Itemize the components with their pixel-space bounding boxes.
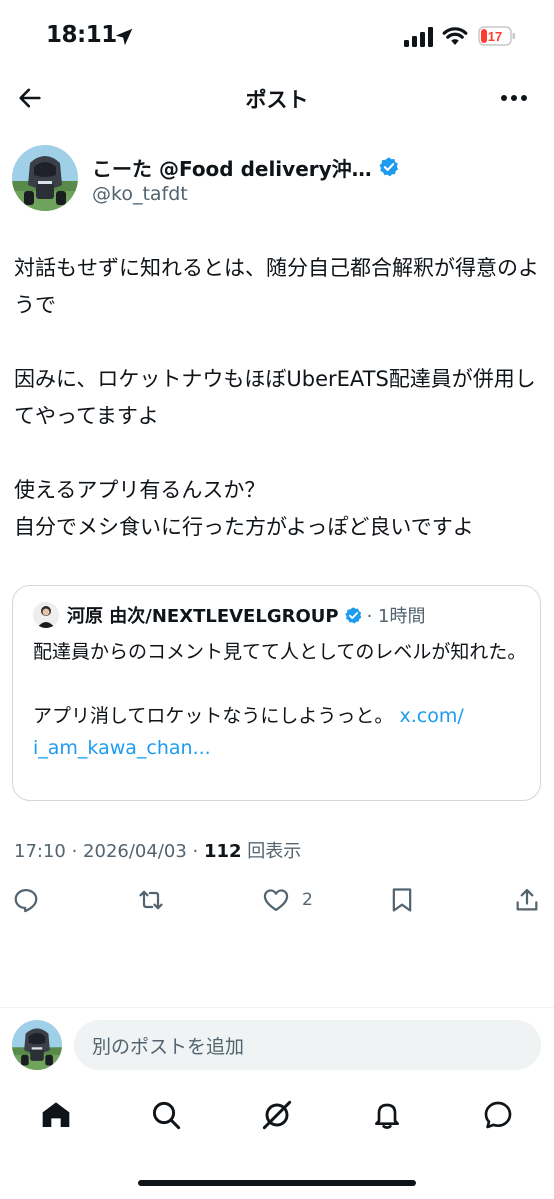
home-indicator (138, 1180, 416, 1186)
divider (0, 1007, 554, 1008)
quoted-post-card[interactable]: 河原 由次/NEXTLEVELGROUP · 1時間 配達員からのコメント見てて… (12, 585, 541, 801)
bookmark-button[interactable] (388, 885, 416, 915)
like-count: 2 (302, 890, 313, 910)
battery-icon: 17 (478, 26, 515, 46)
tab-grok[interactable] (259, 1097, 295, 1133)
author-handle[interactable]: @ko_tafdt (92, 183, 188, 205)
tab-search[interactable] (148, 1097, 184, 1133)
repost-button[interactable] (137, 885, 165, 915)
post-timestamp: 17:10 · 2026/04/03 · (14, 841, 204, 862)
share-icon (516, 888, 538, 911)
quoted-post-time: · 1時間 (366, 606, 426, 627)
messages-icon (484, 1101, 512, 1129)
author-name-row[interactable]: こーた @Food delivery沖… (92, 152, 400, 182)
quoted-post-text: 配達員からのコメント見てて人としてのレベルが知れた。 アプリ消してロケットなうに… (33, 636, 528, 764)
more-horizontal-icon (501, 95, 527, 101)
bookmark-icon (392, 888, 412, 912)
tab-messages[interactable] (480, 1097, 516, 1133)
scooter-avatar-image (12, 1020, 62, 1070)
quoted-author-name: 河原 由次/NEXTLEVELGROUP (67, 606, 339, 627)
post-text: 対話もせずに知れるとは、随分自己都合解釈が得意のようで 因みに、ロケットナウもほ… (14, 256, 539, 539)
verified-badge-icon (379, 157, 398, 177)
cellular-signal-icon (404, 27, 433, 47)
verified-badge-icon (344, 606, 361, 624)
bell-icon (375, 1103, 399, 1129)
reply-icon (14, 888, 38, 913)
post-meta: 17:10 · 2026/04/03 · 112 回表示 (14, 837, 301, 863)
page-title: ポスト (245, 88, 309, 112)
person-avatar-image (33, 602, 59, 628)
search-icon (152, 1101, 181, 1130)
share-button[interactable] (513, 885, 541, 915)
nav-header: ポスト (0, 74, 554, 122)
quoted-author-avatar (33, 602, 59, 628)
reply-button[interactable] (12, 885, 40, 915)
home-icon (42, 1102, 70, 1127)
wifi-icon (442, 27, 468, 45)
location-arrow-icon (115, 28, 133, 46)
more-button[interactable] (494, 80, 534, 116)
repost-icon (139, 890, 163, 910)
author-avatar[interactable] (12, 145, 78, 211)
tab-notifications[interactable] (369, 1097, 405, 1133)
tab-home[interactable] (38, 1097, 74, 1133)
battery-level: 17 (488, 29, 502, 44)
view-count-label: 回表示 (241, 841, 302, 862)
current-user-avatar[interactable] (12, 1020, 62, 1070)
heart-icon (263, 889, 289, 912)
scooter-avatar-image (12, 145, 78, 211)
quoted-post-header: 河原 由次/NEXTLEVELGROUP · 1時間 (33, 602, 425, 628)
reply-input[interactable]: 別のポストを追加 (74, 1020, 541, 1070)
like-button[interactable]: 2 (262, 885, 313, 915)
status-bar: 18:11 17 (0, 0, 554, 74)
grok-icon (262, 1100, 292, 1130)
author-name[interactable]: こーた @Food delivery沖… (92, 153, 372, 182)
status-time: 18:11 (46, 22, 117, 48)
view-count: 112 (203, 841, 242, 862)
